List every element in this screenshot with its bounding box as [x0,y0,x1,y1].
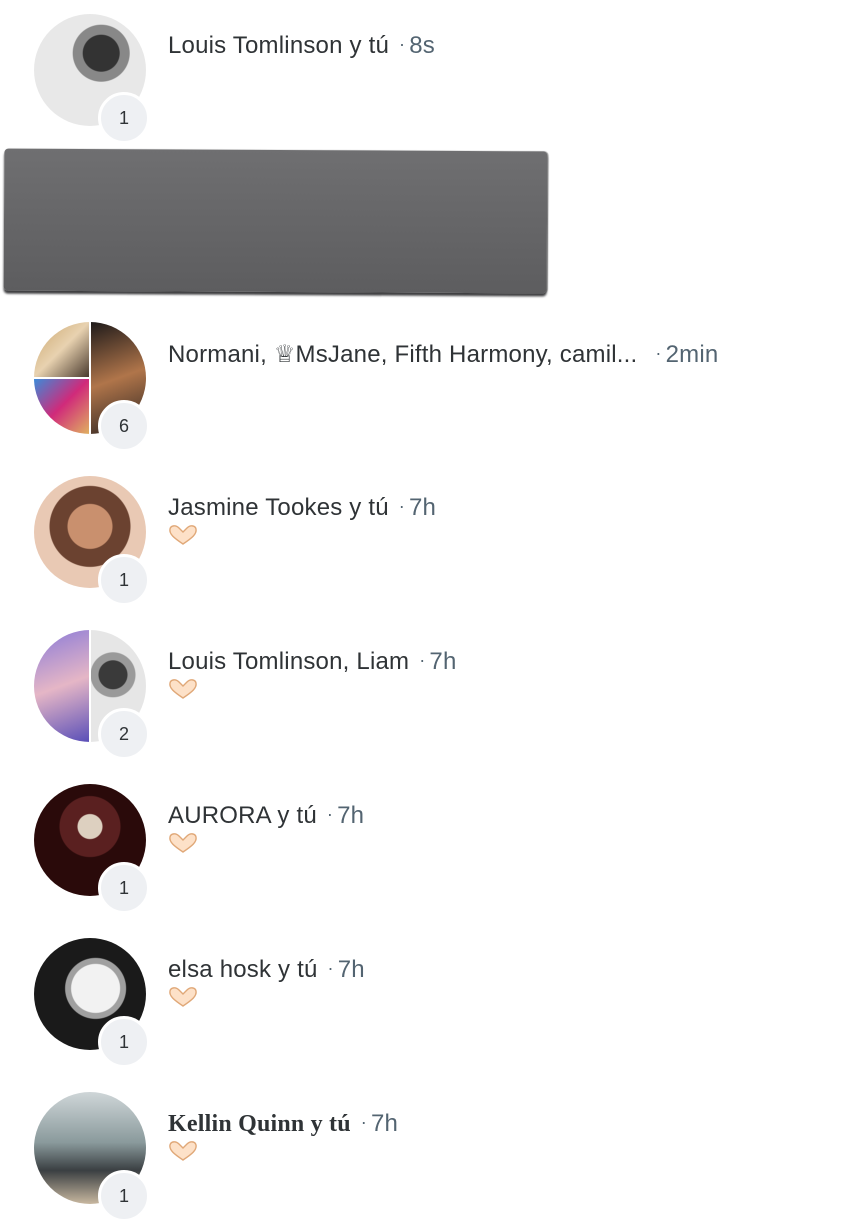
timestamp: 7h [337,802,365,829]
heart-hands-icon [169,987,197,1007]
conversation-title-line: Kellin Quinn y tú · 7h [168,1110,398,1138]
conversation-row[interactable]: 1 Louis Tomlinson y tú · 8s [0,14,857,154]
separator-dot: · [398,496,405,516]
conversation-row[interactable]: 1 AURORA y tú · 7h [0,784,857,924]
separator-dot: · [326,804,334,824]
timestamp: 7h [429,648,457,675]
separator-dot: · [399,34,406,54]
participant-count-badge: 2 [98,708,150,760]
conversation-title-line: Jasmine Tookes y tú · 7h [168,494,436,522]
avatar-tile [34,630,89,742]
conversation-title-line: Louis Tomlinson y tú · 8s [168,32,435,60]
conversation-title-line: Normani, ♕MsJane, Fifth Harmony, camil..… [168,340,718,369]
conversation-title: Louis Tomlinson y tú [168,32,390,59]
conversation-row[interactable]: 1 Jasmine Tookes y tú · 7h [0,476,857,616]
participant-count-badge: 1 [98,862,150,914]
timestamp: 7h [371,1110,399,1137]
separator-dot: · [655,343,662,363]
timestamp: 7h [409,494,437,521]
separator-dot: · [360,1112,367,1132]
conversation-title: AURORA y tú [168,802,317,829]
conversation-row[interactable]: 2 Louis Tomlinson, Liam · 7h [0,630,857,770]
conversation-title-line: AURORA y tú · 7h [168,802,364,830]
participant-count-badge: 6 [98,400,150,452]
conversation-row[interactable]: 6 Normani, ♕MsJane, Fifth Harmony, camil… [0,322,857,462]
heart-hands-icon [169,1141,197,1161]
conversation-title-line: elsa hosk y tú · 7h [168,956,365,984]
participant-count-badge: 1 [98,554,150,606]
participant-count-badge: 1 [98,92,150,144]
participant-count-badge: 1 [98,1170,150,1222]
heart-hands-icon [169,679,197,699]
avatar-tile [34,379,89,434]
timestamp: 7h [337,956,365,983]
conversation-row[interactable]: 1 elsa hosk y tú · 7h [0,938,857,1078]
conversation-title: Normani, ♕MsJane, Fifth Harmony, camil..… [168,341,638,368]
conversation-title: Kellin Quinn y tú [168,1111,351,1137]
conversation-title: elsa hosk y tú [168,956,318,983]
participant-count-badge: 1 [98,1016,150,1068]
separator-dot: · [419,650,426,670]
conversation-row[interactable]: 1 Kellin Quinn y tú · 7h [0,1092,857,1232]
timestamp: 8s [409,32,435,59]
heart-hands-icon [169,833,197,853]
separator-dot: · [327,958,334,978]
conversation-title-line: Louis Tomlinson, Liam · 7h [168,648,457,676]
conversation-title: Jasmine Tookes y tú [168,494,389,521]
timestamp: 2min [665,341,719,368]
heart-hands-icon [169,525,197,545]
redaction-block [3,148,548,294]
avatar-tile [34,322,89,377]
conversation-title: Louis Tomlinson, Liam [168,648,410,675]
